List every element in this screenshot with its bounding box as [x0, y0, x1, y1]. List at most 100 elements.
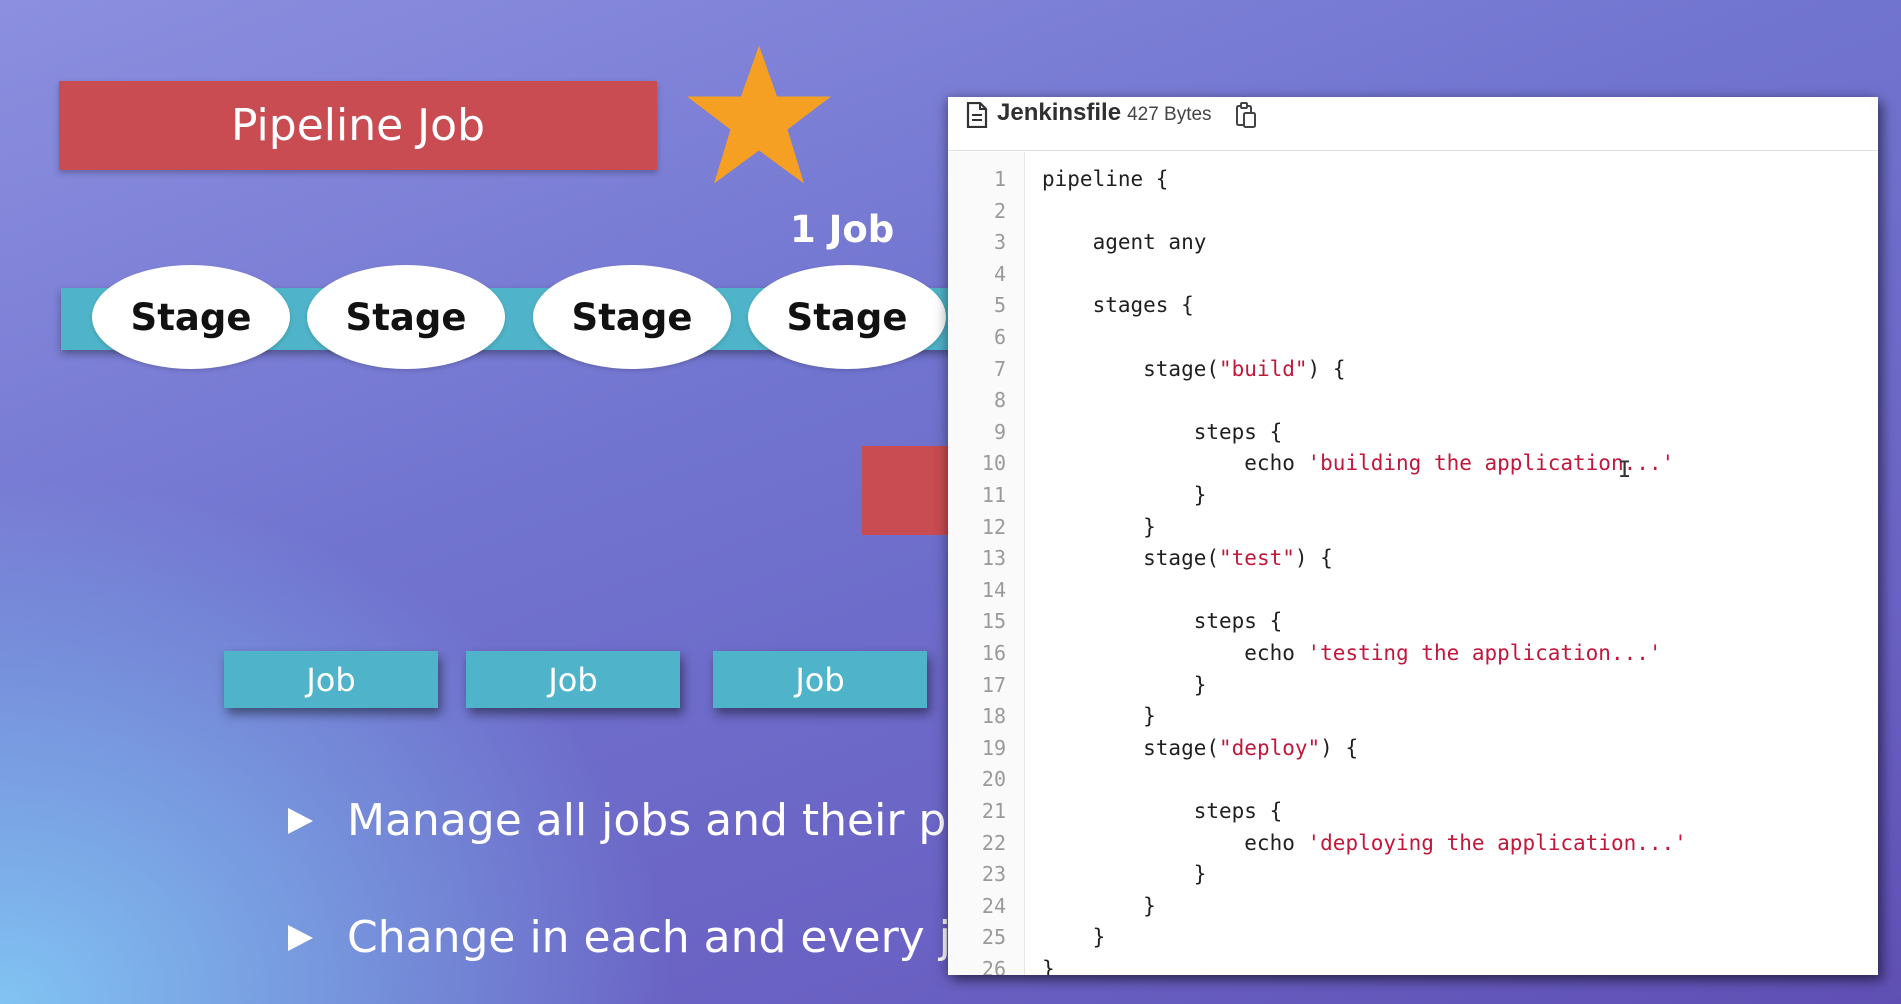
line-number: 3	[993, 230, 1006, 255]
code-text: stage("build") {	[1042, 354, 1345, 386]
code-line: 4	[948, 259, 1878, 291]
code-line: 16 echo 'testing the application...'	[948, 638, 1878, 670]
code-text: stage("test") {	[1042, 543, 1333, 575]
line-number: 24	[981, 893, 1006, 918]
code-token: steps {	[1042, 609, 1283, 634]
code-line: 19 stage("deploy") {	[948, 733, 1878, 765]
line-number: 1	[993, 167, 1006, 191]
code-token: stage(	[1042, 356, 1220, 381]
pipeline-job-title: Pipeline Job	[59, 81, 657, 170]
line-number: 2	[993, 198, 1006, 223]
line-number: 21	[981, 799, 1006, 823]
code-token: }	[1042, 514, 1156, 539]
stage-pill: Stage	[307, 265, 505, 369]
stage-pill: Stage	[92, 265, 290, 369]
code-line: 8	[948, 385, 1878, 417]
line-number: 11	[981, 483, 1006, 507]
code-line: 17 }	[948, 670, 1878, 702]
code-token: steps {	[1042, 419, 1283, 444]
stage-pill: Stage	[533, 265, 731, 369]
code-token: echo	[1042, 830, 1308, 855]
text-cursor-icon: I	[1618, 458, 1632, 483]
code-line: 6	[948, 322, 1878, 354]
line-number: 26	[981, 957, 1006, 975]
code-token: echo	[1042, 641, 1308, 665]
code-line: 18 }	[948, 701, 1878, 733]
line-number: 16	[981, 641, 1006, 665]
code-text: steps {	[1042, 606, 1283, 638]
line-number: 15	[981, 609, 1006, 634]
string-literal: 'deploying the application...'	[1307, 830, 1687, 855]
line-number: 10	[981, 451, 1006, 476]
line-number: 7	[993, 356, 1006, 381]
code-text: }	[1042, 891, 1156, 923]
star-icon	[687, 45, 831, 184]
code-line: 5 stages {	[948, 290, 1878, 322]
code-token: }	[1042, 957, 1055, 975]
code-line: 9 steps {	[948, 417, 1878, 449]
code-line: 21 steps {	[948, 796, 1878, 828]
code-token: }	[1042, 862, 1207, 887]
code-text: steps {	[1042, 796, 1283, 828]
code-token: }	[1042, 893, 1156, 918]
code-text: stages {	[1042, 290, 1194, 322]
file-header: Jenkinsfile 427 Bytes	[948, 97, 1878, 151]
code-line: 11 }	[948, 480, 1878, 512]
string-literal: 'testing the application...'	[1307, 641, 1662, 665]
line-number: 23	[981, 862, 1006, 887]
code-token: ) {	[1294, 546, 1333, 571]
code-token: }	[1042, 704, 1156, 729]
code-token: stages {	[1042, 293, 1194, 318]
code-line: 13 stage("test") {	[948, 543, 1878, 575]
code-line: 2	[948, 196, 1878, 228]
code-token: }	[1042, 925, 1106, 950]
code-token: agent any	[1042, 230, 1207, 255]
line-number: 9	[993, 419, 1006, 444]
code-token: ) {	[1307, 356, 1346, 381]
code-line: 7 stage("build") {	[948, 354, 1878, 386]
code-text: stage("deploy") {	[1042, 733, 1358, 765]
line-number: 12	[981, 514, 1006, 539]
bullet-text: Manage all jobs and their pl	[347, 795, 959, 846]
bullet-item: Change in each and every jo	[288, 912, 978, 963]
code-line: 25 }	[948, 922, 1878, 954]
stage-pill: Stage	[748, 265, 946, 369]
code-line: 15 steps {	[948, 606, 1878, 638]
bullet-arrow-icon	[288, 924, 313, 951]
code-text: }	[1042, 859, 1207, 891]
line-number: 20	[981, 767, 1006, 792]
code-line: 22 echo 'deploying the application...'	[948, 828, 1878, 860]
string-literal: "deploy"	[1219, 735, 1321, 760]
string-literal: "test"	[1219, 546, 1295, 571]
code-token: steps {	[1042, 799, 1283, 823]
code-token: ) {	[1320, 735, 1359, 760]
line-number: 13	[981, 546, 1006, 571]
line-number: 19	[981, 735, 1006, 760]
code-line: 23 }	[948, 859, 1878, 891]
file-size: 427 Bytes	[1127, 104, 1212, 125]
line-number: 5	[993, 293, 1006, 318]
job-box: Job	[713, 651, 927, 708]
line-number: 4	[993, 261, 1006, 286]
bullet-item: Manage all jobs and their pl	[288, 795, 959, 846]
line-number: 18	[981, 704, 1006, 729]
code-text: steps {	[1042, 417, 1283, 449]
line-number: 22	[981, 830, 1006, 855]
file-name: Jenkinsfile	[997, 99, 1122, 126]
job-box: Job	[224, 651, 438, 708]
line-number: 17	[981, 672, 1006, 697]
line-number: 14	[981, 577, 1006, 602]
code-token: pipeline {	[1042, 167, 1169, 191]
job-box: Job	[466, 651, 680, 708]
string-literal: "build"	[1219, 356, 1308, 381]
code-text: }	[1042, 922, 1106, 954]
file-icon	[966, 102, 988, 128]
code-token: stage(	[1042, 735, 1220, 760]
copy-icon[interactable]	[1234, 101, 1258, 129]
code-line: 3 agent any	[948, 227, 1878, 259]
code-line: 26}	[948, 954, 1878, 975]
code-text: agent any	[1042, 227, 1207, 259]
code-line: 1 pipeline {	[948, 164, 1878, 196]
code-token: }	[1042, 483, 1207, 507]
code-text: echo 'deploying the application...'	[1042, 828, 1687, 860]
